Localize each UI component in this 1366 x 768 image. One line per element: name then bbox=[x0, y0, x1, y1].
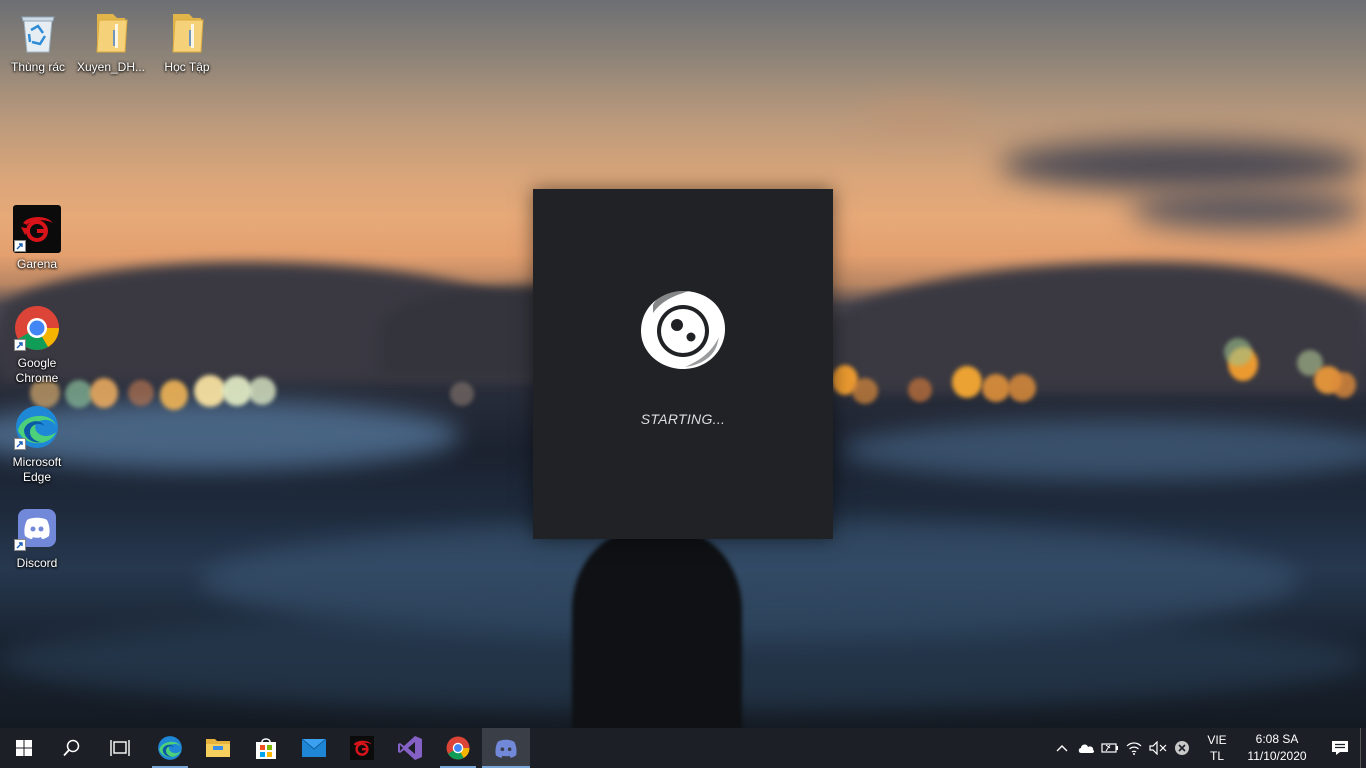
discord-icon bbox=[13, 504, 61, 552]
chrome-icon bbox=[13, 304, 61, 352]
action-center-button[interactable] bbox=[1320, 728, 1360, 768]
folder-icon bbox=[87, 8, 135, 56]
taskbar-app-visual-studio[interactable] bbox=[386, 728, 434, 768]
notification-close-button[interactable] bbox=[1170, 728, 1194, 768]
garena-icon bbox=[13, 205, 61, 253]
action-center-icon bbox=[1332, 741, 1348, 755]
battery-tray-button[interactable] bbox=[1098, 728, 1122, 768]
desktop-icon-microsoft-edge[interactable]: Microsoft Edge bbox=[0, 403, 75, 485]
desktop-icon-folder-hoc-tap[interactable]: Học Tập bbox=[149, 8, 225, 75]
discord-splash-window: STARTING... bbox=[533, 189, 833, 539]
chrome-icon bbox=[446, 736, 470, 760]
desktop-icon-recycle-bin[interactable]: Thùng rác bbox=[0, 8, 76, 75]
taskbar-clock[interactable]: 6:08 SA 11/10/2020 bbox=[1234, 731, 1320, 765]
search-button[interactable] bbox=[48, 728, 96, 768]
task-view-button[interactable] bbox=[96, 728, 144, 768]
folder-icon bbox=[163, 8, 211, 56]
taskbar-app-edge[interactable] bbox=[146, 728, 194, 768]
discord-icon bbox=[495, 739, 517, 758]
mail-icon bbox=[301, 738, 327, 757]
windows-icon bbox=[16, 740, 32, 756]
taskbar-app-chrome[interactable] bbox=[434, 728, 482, 768]
recycle-bin-icon bbox=[14, 8, 62, 56]
taskbar-app-store[interactable] bbox=[242, 728, 290, 768]
taskbar-app-garena[interactable] bbox=[338, 728, 386, 768]
language-layout: TL bbox=[1209, 749, 1224, 763]
network-tray-button[interactable] bbox=[1122, 728, 1146, 768]
visual-studio-icon bbox=[398, 736, 422, 760]
desktop-icon-garena[interactable]: Garena bbox=[0, 205, 75, 272]
garena-icon bbox=[350, 736, 374, 760]
start-button[interactable] bbox=[0, 728, 48, 768]
desktop-icon-label: Microsoft Edge bbox=[12, 455, 62, 484]
volume-tray-button[interactable] bbox=[1146, 728, 1170, 768]
store-icon bbox=[256, 738, 276, 759]
edge-icon bbox=[13, 403, 61, 451]
clock-time: 6:08 SA bbox=[1255, 732, 1299, 746]
onedrive-icon bbox=[1078, 744, 1095, 753]
desktop-icon-folder-xuyen[interactable]: Xuyen_DH... bbox=[73, 8, 149, 75]
discord-splash-logo-icon bbox=[641, 290, 725, 369]
desktop-icon-label: Google Chrome bbox=[15, 356, 59, 385]
onedrive-tray-button[interactable] bbox=[1074, 728, 1098, 768]
task-view-icon bbox=[110, 740, 130, 756]
file-explorer-icon bbox=[206, 739, 230, 757]
taskbar: VIE TL 6:08 SA 11/10/2020 bbox=[0, 728, 1366, 768]
notification-close-icon bbox=[1175, 741, 1189, 755]
desktop-icon-label: Discord bbox=[16, 556, 58, 570]
desktop-icon-label: Xuyen_DH... bbox=[76, 60, 146, 74]
taskbar-app-file-explorer[interactable] bbox=[194, 728, 242, 768]
shortcut-arrow-icon bbox=[14, 339, 26, 351]
splash-status-text: STARTING... bbox=[640, 411, 726, 427]
search-icon bbox=[63, 739, 80, 757]
clock-date: 11/10/2020 bbox=[1247, 749, 1307, 763]
wifi-icon bbox=[1126, 742, 1142, 755]
desktop-icon-label: Thùng rác bbox=[10, 60, 66, 74]
taskbar-app-mail[interactable] bbox=[290, 728, 338, 768]
battery-icon bbox=[1101, 743, 1118, 753]
show-desktop-button[interactable] bbox=[1360, 728, 1366, 768]
desktop-icon-label: Garena bbox=[16, 257, 58, 271]
desktop-icon-discord[interactable]: Discord bbox=[0, 504, 75, 571]
shortcut-arrow-icon bbox=[14, 539, 26, 551]
language-code: VIE bbox=[1207, 733, 1227, 747]
volume-muted-icon bbox=[1149, 741, 1167, 755]
shortcut-arrow-icon bbox=[14, 240, 26, 252]
show-hidden-icons-button[interactable] bbox=[1050, 728, 1074, 768]
desktop-icon-google-chrome[interactable]: Google Chrome bbox=[0, 304, 75, 386]
shortcut-arrow-icon bbox=[14, 438, 26, 450]
system-tray: VIE TL 6:08 SA 11/10/2020 bbox=[1050, 728, 1366, 768]
desktop-icon-label: Học Tập bbox=[164, 60, 210, 74]
edge-icon bbox=[158, 736, 182, 760]
taskbar-app-discord[interactable] bbox=[482, 728, 530, 768]
chevron-up-icon bbox=[1056, 745, 1068, 752]
input-language-indicator[interactable]: VIE TL bbox=[1200, 732, 1234, 764]
